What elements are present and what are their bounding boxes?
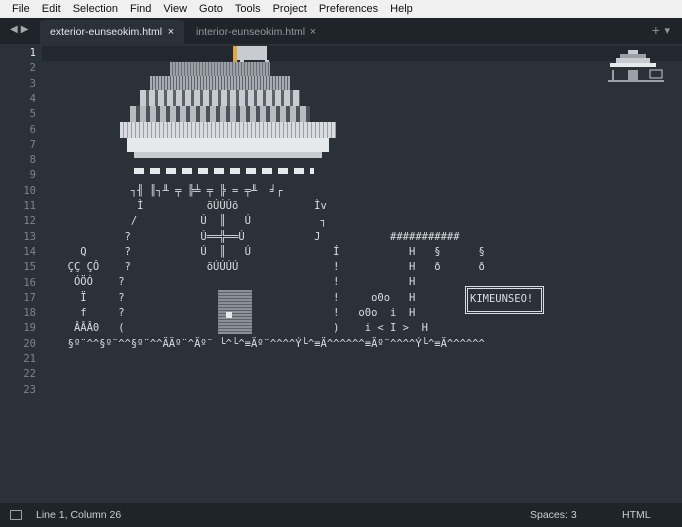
line-number: 16 bbox=[23, 276, 36, 289]
code-line[interactable] bbox=[55, 61, 485, 76]
line-number: 19 bbox=[23, 322, 36, 335]
code-line[interactable] bbox=[55, 138, 485, 153]
menu-item-edit[interactable]: Edit bbox=[36, 0, 67, 18]
minimap[interactable] bbox=[608, 48, 664, 84]
menu-item-file[interactable]: File bbox=[0, 0, 36, 18]
line-number: 17 bbox=[23, 291, 36, 304]
code-line[interactable]: §º¨^^§º¨^^§º¨^^ÄÄº¨^Äº¨ └^└^≡Äº¨^^^^Ý└^≡… bbox=[55, 337, 485, 352]
code-line[interactable] bbox=[55, 77, 485, 92]
indentation-setting[interactable]: Spaces: 3 bbox=[530, 509, 577, 521]
status-bar: Line 1, Column 26 Spaces: 3 HTML bbox=[0, 503, 682, 527]
line-number: 14 bbox=[23, 245, 36, 258]
syntax-selector[interactable]: HTML bbox=[622, 509, 651, 521]
tab-interior[interactable]: interior-eunseokim.html × bbox=[186, 20, 326, 44]
line-number: 23 bbox=[23, 383, 36, 396]
close-icon[interactable]: × bbox=[306, 26, 320, 38]
line-number: 10 bbox=[23, 184, 36, 197]
code-line[interactable]: Q ? Ú ║ Ú Í H § § bbox=[55, 245, 485, 260]
menu-bar: File Edit Selection Find View Goto Tools Projec… bbox=[0, 0, 682, 18]
line-number: 11 bbox=[23, 200, 36, 212]
code-line[interactable]: Ï ? ! o0o H bbox=[55, 291, 485, 306]
code-line[interactable]: Ì õÚÚÚõ Ìv bbox=[55, 199, 485, 214]
line-number: 13 bbox=[23, 230, 36, 243]
line-number: 20 bbox=[23, 337, 36, 350]
line-number-gutter: 1 2 3 4 5 6 7 8 9 10 11 12 13 14 15 16 17 18 19 20 21 22 23 bbox=[0, 44, 42, 503]
code-line[interactable]: ? Ú══╬══Ú J ########### bbox=[55, 230, 485, 245]
menu-item-view[interactable]: View bbox=[157, 0, 193, 18]
line-number: 15 bbox=[23, 261, 36, 274]
line-number: 7 bbox=[29, 138, 36, 151]
tab-label: interior-eunseokim.html bbox=[196, 26, 306, 38]
code-line[interactable] bbox=[55, 92, 485, 107]
menu-item-selection[interactable]: Selection bbox=[67, 0, 124, 18]
code-line[interactable]: ÓÖÓ ? ! H bbox=[55, 275, 485, 290]
line-number: 6 bbox=[29, 123, 36, 136]
tab-exterior[interactable]: exterior-eunseokim.html × bbox=[40, 20, 184, 44]
code-line[interactable]: ÇÇ ÇÔ ? õÚÚÚÚ ! H ð ð bbox=[55, 260, 485, 275]
menu-item-tools[interactable]: Tools bbox=[229, 0, 267, 18]
code-line[interactable] bbox=[55, 107, 485, 122]
line-number: 9 bbox=[29, 169, 36, 182]
code-line[interactable] bbox=[55, 122, 485, 137]
code-line[interactable]: ┐╢ ║┐╨ ╤ ╠╧ ╤ ╠ = ╤╨ ╛┌ bbox=[55, 184, 485, 199]
line-number: 22 bbox=[23, 368, 36, 381]
new-tab-dropdown-icon[interactable]: +▾ bbox=[651, 24, 674, 37]
line-number: 12 bbox=[23, 215, 36, 228]
menu-item-preferences[interactable]: Preferences bbox=[313, 0, 384, 18]
panel-toggle-icon[interactable] bbox=[10, 510, 22, 520]
line-number: 1 bbox=[29, 47, 36, 59]
menu-item-project[interactable]: Project bbox=[267, 0, 313, 18]
code-line[interactable] bbox=[55, 153, 485, 168]
line-number: 3 bbox=[29, 77, 36, 90]
code-line[interactable] bbox=[55, 383, 485, 398]
line-number: 21 bbox=[23, 353, 36, 365]
menu-item-find[interactable]: Find bbox=[124, 0, 157, 18]
code-line[interactable]: ÂÂÂ0 ( ) i < I > H bbox=[55, 321, 485, 336]
tab-bar: ◀▶ exterior-eunseokim.html × interior-eu… bbox=[0, 18, 682, 44]
code-line[interactable] bbox=[55, 367, 485, 382]
line-number: 2 bbox=[29, 62, 36, 75]
code-line[interactable]: f ? ! o0o i H bbox=[55, 306, 485, 321]
line-number: 18 bbox=[23, 307, 36, 320]
code-line[interactable]: / Ú ║ Ú ┐ bbox=[55, 214, 485, 229]
code-line[interactable] bbox=[55, 168, 485, 183]
editor[interactable]: 1 2 3 4 5 6 7 8 9 10 11 12 13 14 15 16 17 18 19 20 21 22 23 KI… bbox=[0, 44, 682, 503]
tab-label: exterior-eunseokim.html bbox=[50, 26, 163, 38]
menu-item-goto[interactable]: Goto bbox=[193, 0, 229, 18]
tab-nav-arrows-icon[interactable]: ◀▶ bbox=[10, 24, 31, 35]
code-area[interactable]: ┐╢ ║┐╨ ╤ ╠╧ ╤ ╠ = ╤╨ ╛┌ Ì õÚÚÚõ Ìv / Ú ║… bbox=[55, 46, 485, 398]
code-line[interactable] bbox=[55, 46, 485, 61]
code-line[interactable] bbox=[55, 352, 485, 367]
line-number: 5 bbox=[29, 108, 36, 121]
cursor-position: Line 1, Column 26 bbox=[36, 509, 122, 521]
close-icon[interactable]: × bbox=[164, 26, 178, 38]
line-number: 8 bbox=[29, 154, 36, 167]
menu-item-help[interactable]: Help bbox=[384, 0, 419, 18]
line-number: 4 bbox=[29, 92, 36, 105]
